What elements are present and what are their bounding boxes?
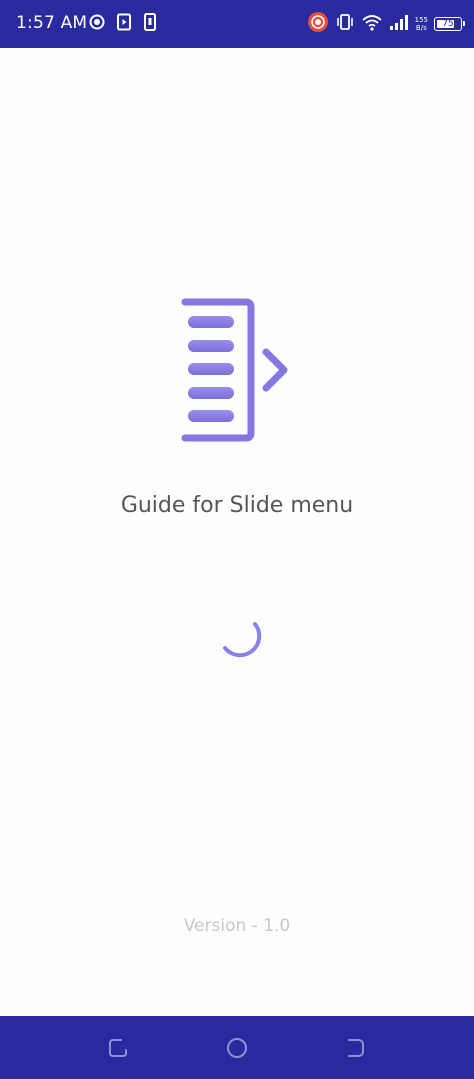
network-speed: 155 B/s	[415, 16, 428, 32]
home-button[interactable]	[223, 1034, 251, 1062]
signal-icon	[389, 13, 409, 36]
network-speed-value: 155	[414, 16, 428, 24]
splash-screen: 1:57 AM 155 B/s 75 Guide for Slide menu …	[0, 0, 474, 1079]
navigation-bar	[0, 1016, 474, 1079]
location-icon	[88, 13, 106, 36]
back-button[interactable]	[341, 1034, 369, 1062]
back-icon	[348, 1039, 364, 1057]
phone-notification-icon	[142, 12, 158, 36]
battery-level: 75	[442, 19, 454, 29]
home-icon	[227, 1038, 247, 1058]
vibrate-icon	[335, 13, 355, 36]
battery-icon: 75	[434, 17, 465, 31]
recents-icon	[109, 1039, 127, 1057]
app-title: Guide for Slide menu	[120, 493, 354, 518]
wifi-icon	[361, 13, 383, 36]
version-label: Version - 1.0	[183, 916, 291, 936]
media-notification-icon	[116, 13, 132, 36]
screen-record-icon	[307, 11, 329, 38]
status-bar: 1:57 AM 155 B/s 75	[0, 0, 474, 48]
status-left-icons	[88, 12, 158, 36]
recents-button[interactable]	[104, 1034, 132, 1062]
status-time: 1:57 AM	[16, 13, 88, 33]
slide-menu-icon	[180, 296, 296, 444]
loading-spinner	[213, 608, 265, 660]
status-right-icons: 155 B/s 75	[307, 11, 465, 38]
network-speed-unit: B/s	[415, 24, 427, 32]
